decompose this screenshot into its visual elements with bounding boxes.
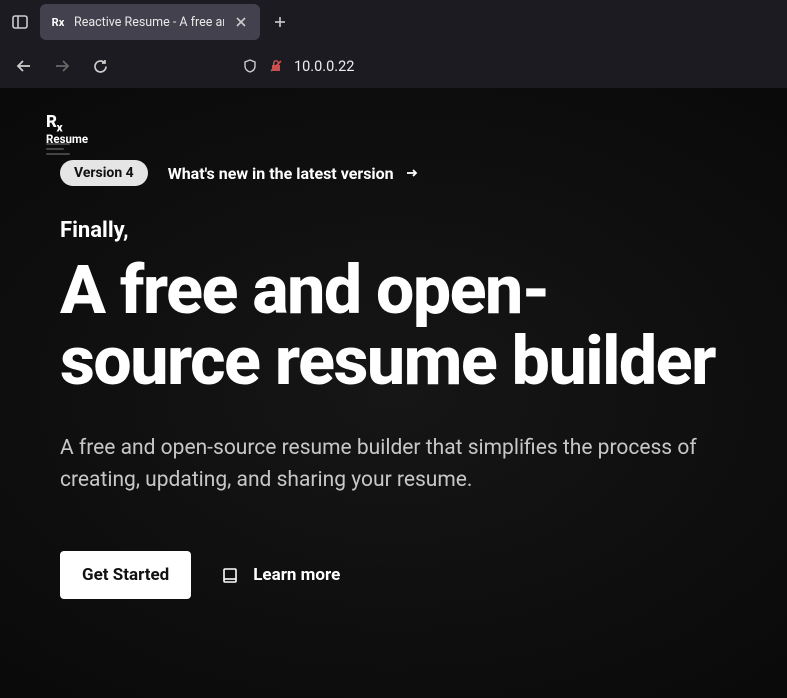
page-body: Rx Resume Version 4 What's new in the la… bbox=[0, 88, 787, 698]
reload-button[interactable] bbox=[84, 50, 116, 82]
menu-icon bbox=[46, 143, 70, 145]
arrow-left-icon bbox=[15, 57, 33, 75]
sidebar-toggle-button[interactable] bbox=[4, 6, 36, 38]
new-tab-button[interactable] bbox=[264, 6, 296, 38]
arrow-right-icon bbox=[53, 57, 71, 75]
reload-icon bbox=[92, 58, 109, 75]
learn-more-text: Learn more bbox=[253, 565, 340, 585]
tab-close-button[interactable] bbox=[232, 13, 250, 31]
lock-insecure-icon bbox=[268, 58, 284, 74]
logo-rx: Rx bbox=[46, 112, 88, 134]
browser-chrome: Rx Reactive Resume - A free and o 1 bbox=[0, 0, 787, 88]
arrow-right-icon bbox=[404, 165, 420, 181]
forward-button[interactable] bbox=[46, 50, 78, 82]
version-row: Version 4 What's new in the latest versi… bbox=[60, 160, 720, 186]
tab-title: Reactive Resume - A free and o bbox=[74, 15, 224, 30]
book-icon bbox=[221, 566, 239, 584]
browser-toolbar: 10.0.0.22 bbox=[0, 44, 787, 88]
browser-tab[interactable]: Rx Reactive Resume - A free and o bbox=[40, 4, 260, 40]
whats-new-text: What's new in the latest version bbox=[168, 164, 394, 183]
whats-new-link[interactable]: What's new in the latest version bbox=[168, 164, 420, 183]
shield-icon bbox=[242, 58, 258, 74]
hero-description: A free and open-source resume builder th… bbox=[60, 432, 720, 497]
back-button[interactable] bbox=[8, 50, 40, 82]
address-bar[interactable]: 10.0.0.22 bbox=[232, 49, 779, 83]
learn-more-button[interactable]: Learn more bbox=[221, 565, 340, 585]
tab-strip: Rx Reactive Resume - A free and o bbox=[0, 0, 787, 44]
plus-icon bbox=[273, 15, 287, 29]
hero-content: Version 4 What's new in the latest versi… bbox=[0, 88, 720, 599]
cta-row: Get Started Learn more bbox=[60, 551, 720, 599]
get-started-button[interactable]: Get Started bbox=[60, 551, 191, 599]
hero-eyebrow: Finally, bbox=[60, 218, 720, 243]
url-text: 10.0.0.22 bbox=[294, 58, 354, 75]
tab-favicon: Rx bbox=[50, 14, 66, 30]
menu-button[interactable] bbox=[46, 143, 70, 155]
hero-title: A free and open-source resume builder bbox=[60, 255, 720, 398]
close-icon bbox=[235, 16, 247, 28]
logo[interactable]: Rx Resume bbox=[46, 112, 88, 146]
panel-icon bbox=[11, 13, 29, 31]
version-badge: Version 4 bbox=[60, 160, 148, 186]
